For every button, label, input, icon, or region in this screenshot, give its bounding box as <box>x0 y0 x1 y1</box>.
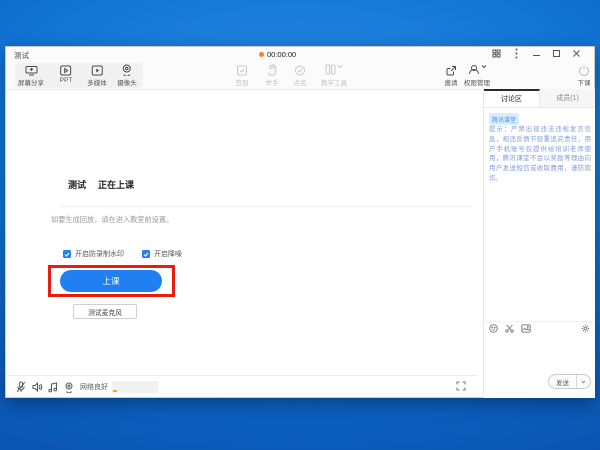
recording-dot-icon <box>259 52 264 57</box>
chevron-down-icon <box>337 64 343 69</box>
teaching-tools-icon <box>325 64 336 75</box>
permission-icon <box>468 64 480 75</box>
multimedia-icon <box>91 64 103 76</box>
start-class-button[interactable]: 上课 <box>60 270 162 292</box>
watermark-checkbox[interactable]: 开启防录制水印 <box>63 249 124 259</box>
notice-text: 提示：严禁出现违法违规发言信息，视违反情节轻重追究责任，用户手机账号仅提供给培训… <box>489 125 591 184</box>
noise-reduction-checkbox[interactable]: 开启降噪 <box>142 249 182 259</box>
session-heading: 测试 正在上课 <box>68 178 134 191</box>
volume-level-indicator <box>113 390 117 392</box>
send-options-chevron-icon[interactable] <box>577 380 590 384</box>
tab-discussion[interactable]: 讨论区 <box>484 89 540 107</box>
session-status: 正在上课 <box>98 178 134 191</box>
toolbar-label: 点名 <box>294 77 307 87</box>
close-button[interactable] <box>571 48 582 59</box>
end-class-icon <box>579 64 590 76</box>
roll-call-icon <box>295 64 306 76</box>
toolbar-invite[interactable]: 邀请 <box>445 64 458 87</box>
toolbar-roll-call: 点名 <box>294 64 307 87</box>
divider <box>61 206 472 207</box>
toolbar-ppt[interactable]: PPT <box>60 64 73 84</box>
status-bar: 网络良好 <box>6 375 478 398</box>
chevron-down-icon <box>481 64 487 69</box>
desktop: 测试 00:00:00 <box>0 0 600 450</box>
toolbar-label: 下课 <box>578 77 591 87</box>
invite-icon <box>446 64 457 76</box>
emoji-icon[interactable] <box>489 324 498 333</box>
maximize-button[interactable] <box>551 48 562 59</box>
app-window: 测试 00:00:00 <box>5 46 595 398</box>
toolbar-label: PPT <box>60 77 73 84</box>
replay-hint: 如要生成回放，请在进入教室前设置。 <box>51 215 173 225</box>
sidebar-tabs: 讨论区 成员(1) <box>484 89 595 108</box>
toolbar: 屏幕分享 PPT 多媒体 <box>6 61 594 90</box>
gear-icon[interactable] <box>581 324 590 333</box>
fullscreen-icon[interactable] <box>456 381 466 391</box>
toolbar-label: 多媒体 <box>87 77 107 87</box>
tab-members[interactable]: 成员(1) <box>540 89 595 107</box>
image-icon[interactable] <box>521 324 531 333</box>
ppt-icon <box>60 64 72 76</box>
brand-badge: 腾讯课堂 <box>489 113 519 125</box>
toolbar-label: 权限管理 <box>464 77 490 87</box>
end-class-button[interactable]: 下课 <box>578 64 591 87</box>
send-button-group: 发送 <box>548 374 591 389</box>
timer-value: 00:00:00 <box>267 50 296 59</box>
toolbar-label: 教学工具 <box>321 77 347 87</box>
window-controls <box>491 48 582 59</box>
minimize-button[interactable] <box>531 48 542 59</box>
toolbar-teaching-tools: 教学工具 <box>321 64 347 87</box>
checkbox-label: 开启降噪 <box>154 249 182 259</box>
volume-meter <box>112 381 158 393</box>
music-note-icon[interactable] <box>45 382 61 393</box>
toolbar-label: 邀请 <box>445 77 458 87</box>
toolbar-raise-hand: 举手 <box>266 64 279 87</box>
check-in-icon <box>237 64 248 76</box>
mic-test-button[interactable]: 测试麦克风 <box>73 304 137 319</box>
checkbox-checked-icon <box>142 250 150 258</box>
toolbar-label: 摄像头 <box>117 77 137 87</box>
window-title: 测试 <box>14 50 29 61</box>
checkbox-checked-icon <box>63 250 71 258</box>
microphone-muted-icon[interactable] <box>13 381 29 393</box>
toolbar-label: 签到 <box>236 77 249 87</box>
toolbar-label: 举手 <box>266 77 279 87</box>
raise-hand-icon <box>267 64 277 76</box>
toolbar-camera[interactable]: 摄像头 <box>117 64 137 87</box>
screen-share-icon <box>25 64 38 76</box>
network-status: 网络良好 <box>80 382 108 392</box>
checkbox-label: 开启防录制水印 <box>75 249 124 259</box>
title-bar: 测试 00:00:00 <box>6 47 594 61</box>
more-menu-icon[interactable] <box>511 48 522 59</box>
scissors-icon[interactable] <box>505 324 514 333</box>
toolbar-screen-share[interactable]: 屏幕分享 <box>18 64 44 87</box>
speaker-icon[interactable] <box>29 382 45 392</box>
toolbar-label: 屏幕分享 <box>18 77 44 87</box>
layout-grid-icon[interactable] <box>491 48 502 59</box>
toolbar-multimedia[interactable]: 多媒体 <box>87 64 107 87</box>
chat-tools-row <box>484 321 595 335</box>
toolbar-permission[interactable]: 权限管理 <box>464 64 490 87</box>
toolbar-check-in: 签到 <box>236 64 249 87</box>
webcam-status-icon[interactable] <box>61 382 77 393</box>
sidebar: 讨论区 成员(1) 腾讯课堂 提示：严禁出现违法违规发言信息，视违反情节轻重追究… <box>483 89 595 398</box>
send-button[interactable]: 发送 <box>549 375 577 388</box>
session-timer: 00:00:00 <box>259 50 296 59</box>
camera-icon <box>122 64 133 76</box>
session-name: 测试 <box>68 178 86 191</box>
